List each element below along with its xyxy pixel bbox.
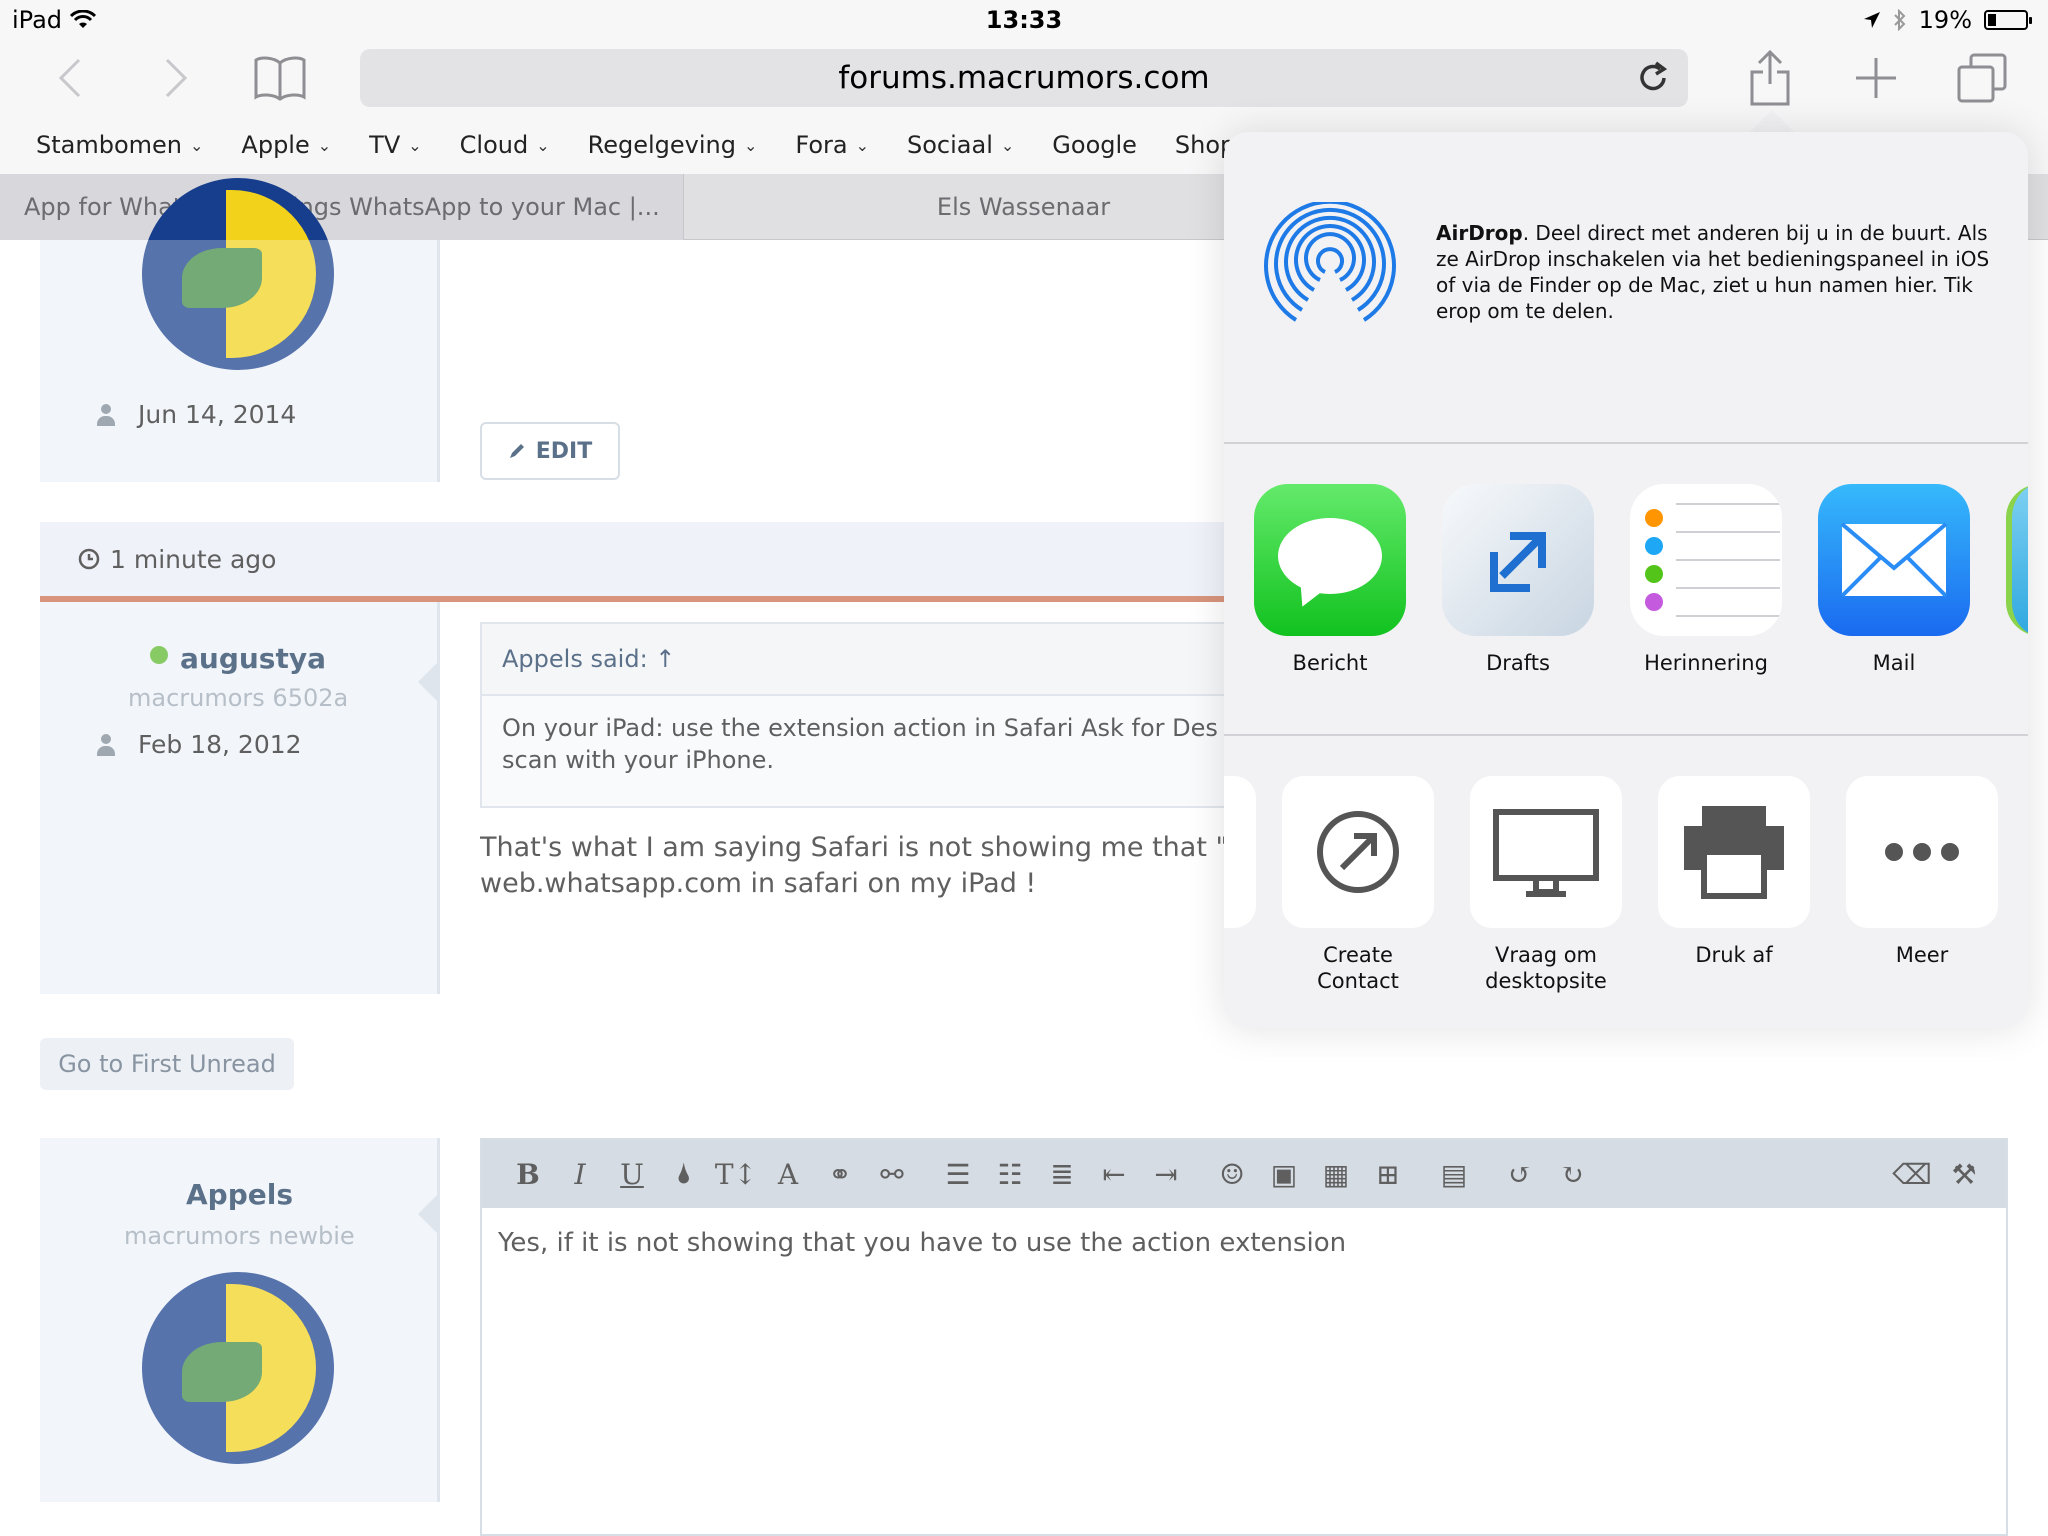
clock: 13:33 [985,6,1063,34]
popover-arrow [1748,110,1796,134]
airdrop-icon[interactable] [1260,202,1400,342]
app-icon [2006,484,2028,636]
chevron-down-icon: ⌄ [408,135,422,155]
share-actions-row: Create Contact Vraag om desktopsite Druk… [1224,736,2028,1028]
mail-icon [1818,484,1970,636]
location-arrow-icon [1863,12,1880,28]
share-app-bericht[interactable]: Bericht [1254,484,1406,676]
chevron-down-icon: ⌄ [855,135,869,155]
favorite-google[interactable]: Google [1052,131,1137,159]
book-icon [254,56,306,101]
chevron-down-icon: ⌄ [190,135,204,155]
favorite-fora[interactable]: Fora ⌄ [795,131,869,159]
status-bar: iPad 13:33 19% [0,0,2048,40]
favorite-tv[interactable]: TV ⌄ [369,131,421,159]
chevron-down-icon: ⌄ [536,135,550,155]
forward-button[interactable] [146,48,206,108]
browser-toolbar: forums.macrumors.com [0,40,2048,116]
favorite-cloud[interactable]: Cloud ⌄ [460,131,550,159]
share-action-desktop-site[interactable]: Vraag om desktopsite [1470,776,1622,994]
share-button[interactable] [1740,48,1800,108]
new-tab-button[interactable] [1846,48,1906,108]
favorite-stambomen[interactable]: Stambomen ⌄ [36,131,203,159]
tabs-button[interactable] [1952,48,2012,108]
more-icon [1846,776,1998,928]
share-app-herinnering[interactable]: Herinnering [1630,484,1782,676]
chevron-down-icon: ⌄ [743,135,758,155]
airdrop-section: AirDrop. Deel direct met anderen bij u i… [1224,132,2028,444]
favorite-regelgeving[interactable]: Regelgeving ⌄ [588,131,758,159]
action-icon [1224,776,1256,928]
share-action-more[interactable]: Meer [1846,776,1998,968]
share-apps-row: Bericht Drafts Herinnering Mail [1224,444,2028,736]
favorite-sociaal[interactable]: Sociaal ⌄ [907,131,1014,159]
bookmarks-button[interactable] [250,48,310,108]
battery-percentage: 19% [1918,6,1972,34]
reload-icon[interactable] [1634,59,1672,97]
printer-icon [1658,776,1810,928]
reminders-icon [1630,484,1782,636]
chevron-left-icon [58,58,81,98]
airdrop-description: AirDrop. Deel direct met anderen bij u i… [1436,221,1990,323]
favorite-apple[interactable]: Apple ⌄ [241,131,331,159]
share-app-drafts[interactable]: Drafts [1442,484,1594,676]
chevron-down-icon: ⌄ [317,135,332,155]
url-text: forums.macrumors.com [838,60,1210,96]
tab-whatsapp[interactable]: App for WhatsApp - Brings WhatsApp to yo… [0,174,684,240]
share-app-mail[interactable]: Mail [1818,484,1970,676]
tabs-icon [1957,53,2007,103]
desktop-icon [1470,776,1622,928]
share-action-create-contact[interactable]: Create Contact [1282,776,1434,994]
plus-icon [1856,58,1896,98]
share-action-partial[interactable] [1224,776,1256,928]
drafts-icon [1442,484,1594,636]
messages-icon [1254,484,1406,636]
share-icon [1750,50,1790,106]
share-app-partial[interactable] [2006,484,2028,636]
address-bar[interactable]: forums.macrumors.com [360,49,1688,107]
chevron-down-icon: ⌄ [1000,135,1015,155]
share-action-print[interactable]: Druk af [1658,776,1810,968]
back-button[interactable] [40,48,100,108]
share-sheet: AirDrop. Deel direct met anderen bij u i… [1224,132,2028,1028]
battery-icon [1984,10,2032,30]
chevron-right-icon [165,58,188,98]
create-contact-icon [1282,776,1434,928]
bluetooth-icon [1893,9,1906,31]
